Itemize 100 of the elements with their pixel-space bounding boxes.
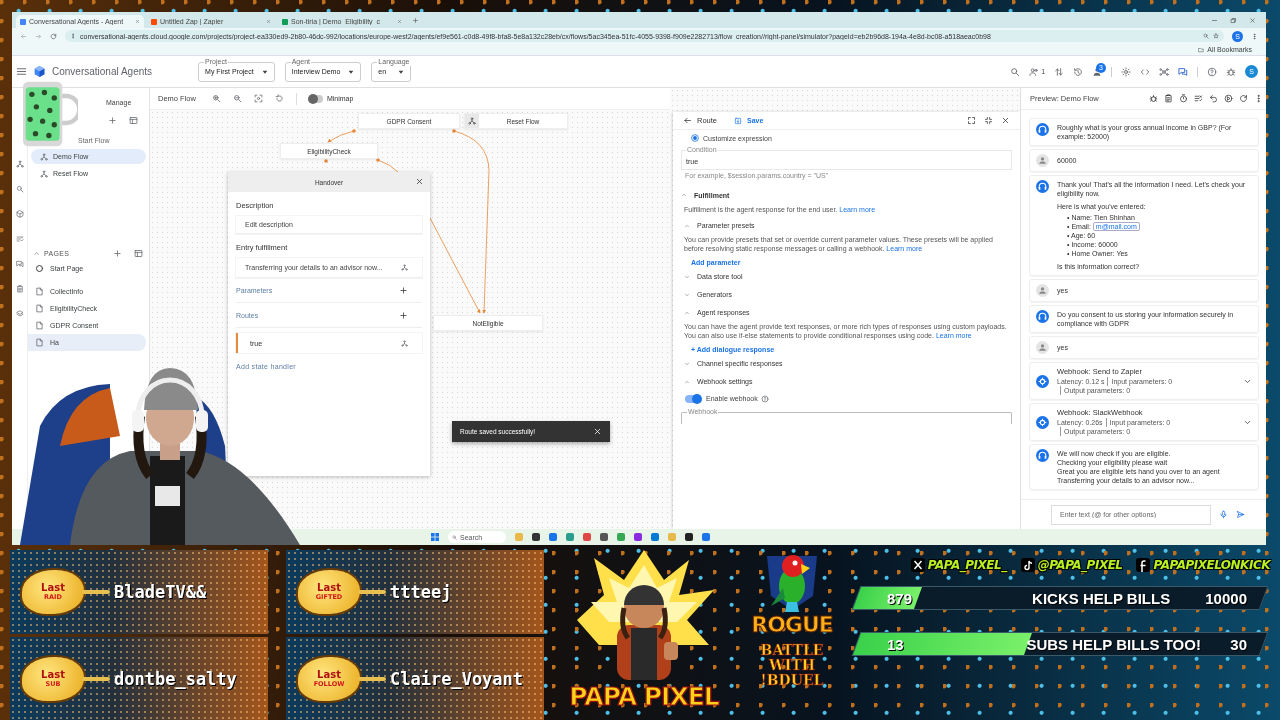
table-icon[interactable]	[134, 248, 143, 258]
circle-icon	[35, 264, 44, 273]
minimap-toggle[interactable]	[308, 94, 323, 103]
goal-current: 13	[887, 635, 905, 653]
port-dot	[352, 129, 356, 133]
forward-icon	[35, 32, 42, 40]
agent-avatar-icon	[1036, 449, 1049, 462]
goal-target: 10000	[1205, 589, 1247, 607]
more-icon[interactable]	[1254, 94, 1263, 103]
clipboard-icon[interactable]	[15, 285, 24, 293]
collapse-panel-icon[interactable]	[984, 116, 993, 125]
menu-icon[interactable]	[16, 66, 27, 77]
caret-icon	[261, 68, 268, 75]
badge-title: Last	[41, 583, 65, 593]
star-icon[interactable]	[1213, 33, 1219, 39]
add-icon[interactable]	[108, 115, 117, 125]
add-icon[interactable]	[113, 248, 122, 258]
clipboard-icon[interactable]	[1164, 94, 1173, 103]
close-icon[interactable]	[415, 177, 424, 186]
restore-icon[interactable]	[1230, 16, 1237, 24]
social-handle: PAPA_PIXEL_	[927, 558, 1007, 572]
user-avatar-icon	[1036, 284, 1049, 297]
zoom-in-icon[interactable]	[211, 94, 221, 103]
caret-icon	[348, 68, 355, 75]
app-icon[interactable]	[532, 533, 540, 541]
logo-icon	[33, 65, 46, 78]
windows-icon[interactable]	[431, 533, 439, 541]
search-icon[interactable]	[15, 185, 24, 193]
viewer-name: ttteej	[390, 582, 452, 602]
site-icon	[151, 18, 157, 25]
reload-icon[interactable]	[50, 32, 57, 40]
expand-icon[interactable]	[967, 116, 976, 125]
refresh-icon[interactable]	[1239, 94, 1248, 103]
code-icon[interactable]	[1140, 66, 1150, 77]
search-icon[interactable]	[1010, 66, 1021, 77]
webhook-avatar-icon	[1036, 415, 1049, 429]
fit-view-icon[interactable]	[253, 94, 263, 103]
page-icon	[35, 338, 44, 347]
badge-title: Last	[41, 670, 65, 680]
play-icon[interactable]	[1224, 94, 1233, 103]
flow-icon[interactable]	[15, 160, 24, 168]
social-handle: PAPAPIXELONKICK	[1153, 558, 1270, 572]
help-icon[interactable]	[1207, 66, 1217, 77]
people-icon[interactable]	[1029, 66, 1040, 77]
flow-icon	[40, 169, 48, 178]
cube-icon[interactable]	[15, 210, 24, 218]
close-icon[interactable]	[1001, 116, 1010, 125]
hub-icon[interactable]	[1159, 66, 1169, 77]
webhook-toggle[interactable]	[685, 394, 701, 403]
logo-text: PAPA PIXEL	[569, 682, 719, 711]
table-icon[interactable]	[129, 115, 138, 125]
app-icon[interactable]	[600, 533, 608, 541]
checklist-icon[interactable]	[15, 235, 24, 243]
user-avatar-icon	[1036, 154, 1049, 167]
viewer-name: Claire_Voyant	[390, 669, 524, 689]
new-tab-icon[interactable]	[412, 16, 419, 24]
goal-label: KICKS HELP BILLS	[1031, 589, 1172, 607]
sort-icon[interactable]	[1054, 66, 1064, 77]
x-logo-icon	[910, 558, 925, 572]
mic-icon[interactable]	[1219, 510, 1228, 519]
page-icon	[35, 321, 44, 330]
search-icon	[452, 534, 457, 540]
timer-icon[interactable]	[1179, 94, 1188, 103]
agent-avatar-icon	[1036, 180, 1049, 193]
viewer-name: BladeTV&&	[114, 582, 207, 602]
agent-avatar-icon	[1036, 123, 1049, 136]
zoom-out-icon[interactable]	[232, 94, 242, 103]
badge-title: Last	[317, 670, 341, 680]
webhook-avatar-icon	[1036, 374, 1049, 388]
reset-view-icon[interactable]	[274, 94, 284, 103]
port-dot	[324, 159, 328, 163]
flow-icon	[468, 117, 476, 125]
site-info-icon	[70, 33, 76, 39]
send-icon[interactable]	[1236, 510, 1245, 519]
collapse-icon	[33, 249, 40, 257]
history-icon[interactable]	[1073, 66, 1083, 77]
add-icon[interactable]	[399, 310, 408, 320]
layers-icon[interactable]	[15, 310, 24, 318]
settings-icon[interactable]	[1121, 66, 1131, 77]
chat-icon[interactable]	[15, 260, 24, 268]
back-icon[interactable]	[683, 116, 692, 125]
flow-icon	[40, 152, 48, 161]
caret-icon	[398, 68, 405, 75]
goal-label: SUBS HELP BILLS TOO!	[1025, 635, 1202, 653]
undo-icon[interactable]	[1209, 94, 1218, 103]
save-icon	[734, 116, 742, 125]
help-icon[interactable]	[760, 394, 769, 403]
battle-text: BATTLE WITH !BDUEL	[759, 643, 825, 688]
app-icon[interactable]	[634, 533, 642, 541]
bug-icon[interactable]	[1226, 66, 1236, 77]
radio-button[interactable]	[691, 134, 699, 142]
chat-icon[interactable]	[1178, 66, 1188, 77]
add-icon[interactable]	[399, 285, 408, 295]
flow-icon	[401, 264, 408, 271]
app-icon[interactable]	[685, 533, 693, 541]
site-icon	[282, 18, 288, 25]
checklist-icon[interactable]	[1194, 94, 1203, 103]
page-icon	[35, 304, 44, 313]
goal-current: 879	[887, 589, 914, 607]
more-icon[interactable]	[1251, 32, 1258, 40]
